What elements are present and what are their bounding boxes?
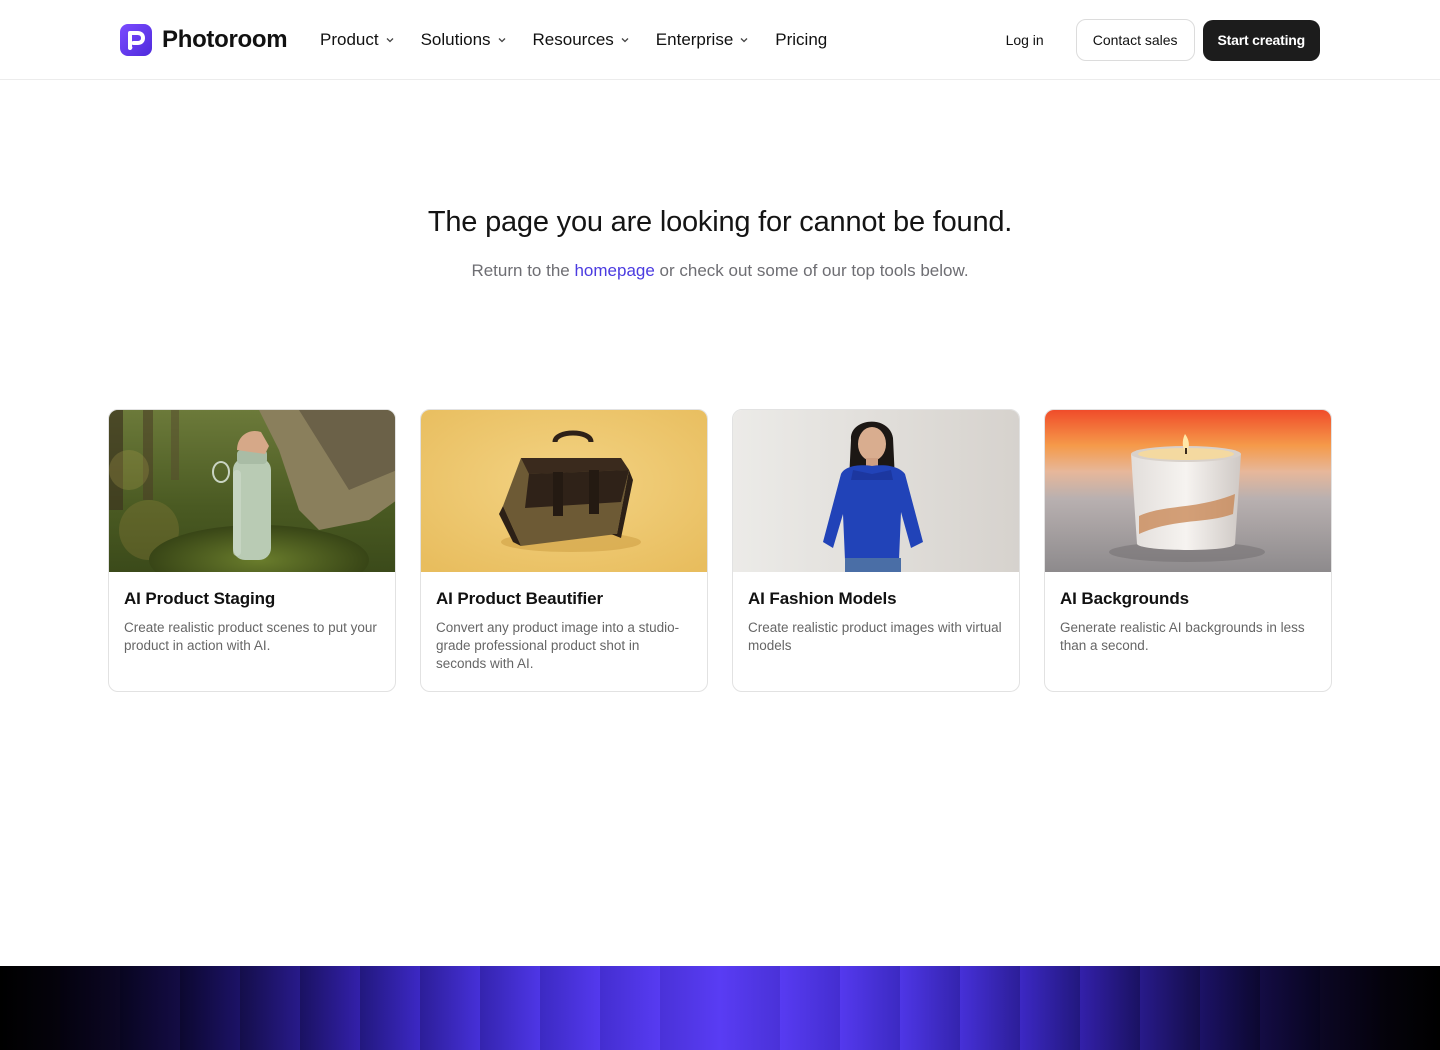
card-ai-backgrounds[interactable]: AI Backgrounds Generate realistic AI bac… (1044, 409, 1332, 692)
card-title: AI Product Beautifier (436, 589, 603, 608)
subtitle-text: Return to the (471, 261, 575, 280)
not-found-message: The page you are looking for cannot be f… (0, 206, 1440, 281)
tool-cards: AI Product Staging Create realistic prod… (108, 409, 1332, 692)
nav-resources[interactable]: Resources (533, 30, 630, 50)
footer-gradient-band (0, 966, 1440, 1050)
card-ai-fashion-models[interactable]: AI Fashion Models Create realistic produ… (732, 409, 1020, 692)
card-ai-product-beautifier[interactable]: AI Product Beautifier Convert any produc… (420, 409, 708, 692)
card-image-model (733, 410, 1019, 572)
chevron-down-icon (621, 38, 629, 43)
card-image-candle (1045, 410, 1331, 572)
nav-label: Resources (532, 30, 614, 49)
nav-label: Pricing (775, 30, 828, 49)
brand-name: Photoroom (162, 26, 288, 53)
card-description: Generate realistic AI backgrounds in les… (1060, 620, 1305, 653)
contact-sales-button[interactable]: Contact sales (1075, 19, 1195, 61)
page-title: The page you are looking for cannot be f… (427, 206, 1013, 238)
card-body: AI Backgrounds Generate realistic AI bac… (1045, 572, 1331, 655)
start-creating-button[interactable]: Start creating (1202, 19, 1320, 61)
card-description: Convert any product image into a studio-… (436, 620, 680, 671)
nav-product[interactable]: Product (320, 30, 395, 50)
homepage-link[interactable]: homepage (574, 261, 654, 280)
chevron-down-icon (740, 38, 748, 43)
header-actions: Log in Contact sales Start creating (1006, 19, 1320, 61)
card-image-bag (421, 410, 707, 572)
card-title: AI Backgrounds (1060, 589, 1189, 608)
chevron-down-icon (498, 38, 505, 43)
card-description: Create realistic product scenes to put y… (124, 620, 377, 653)
card-body: AI Product Staging Create realistic prod… (109, 572, 395, 655)
nav-label: Product (320, 30, 379, 49)
photoroom-logo[interactable]: Photoroom (120, 24, 288, 56)
card-image-bottle (109, 410, 395, 572)
card-body: AI Fashion Models Create realistic produ… (733, 572, 1019, 655)
nav-solutions[interactable]: Solutions (421, 30, 507, 50)
nav-pricing[interactable]: Pricing (775, 30, 827, 50)
card-description: Create realistic product images with vir… (748, 620, 1002, 653)
nav-label: Solutions (420, 30, 491, 49)
page-subtitle: Return to the homepage or check out some… (0, 261, 1440, 281)
nav-enterprise[interactable]: Enterprise (656, 30, 749, 50)
main-nav: Product Solutions Resources Enterprise P… (320, 0, 827, 80)
photoroom-logo-icon (120, 24, 152, 56)
chevron-down-icon (386, 38, 394, 43)
card-title: AI Product Staging (124, 589, 276, 608)
card-body: AI Product Beautifier Convert any produc… (421, 572, 707, 673)
subtitle-text: or check out some of our top tools below… (654, 261, 969, 280)
site-header: Photoroom Product Solutions Resources En… (0, 0, 1440, 80)
card-title: AI Fashion Models (748, 589, 897, 608)
nav-label: Enterprise (655, 30, 734, 49)
card-ai-product-staging[interactable]: AI Product Staging Create realistic prod… (108, 409, 396, 692)
login-link[interactable]: Log in (1006, 32, 1068, 48)
